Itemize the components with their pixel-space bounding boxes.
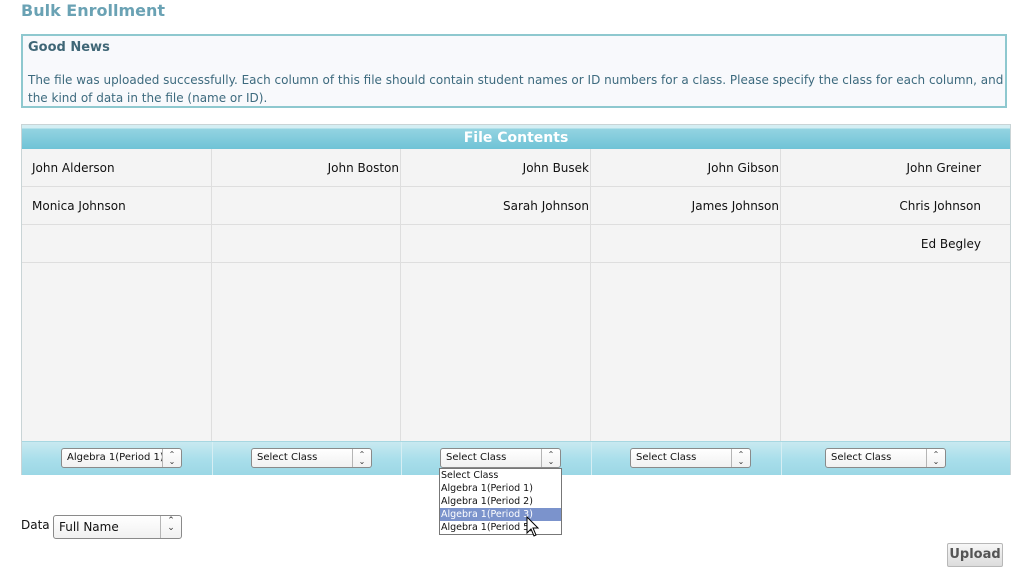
table-cell — [22, 225, 211, 263]
select-arrows-icon: ⌃ ⌄ — [162, 449, 181, 467]
file-column-5: John Greiner Chris Johnson Ed Begley — [781, 149, 1010, 465]
table-cell: Ed Begley — [781, 225, 1010, 263]
notice-title: Good News — [28, 40, 110, 55]
file-contents-header: File Contents — [22, 125, 1010, 149]
select-arrows-icon: ⌃ ⌄ — [731, 449, 750, 467]
dropdown-option[interactable]: Select Class — [440, 469, 561, 482]
table-cell: John Alderson — [22, 149, 211, 187]
class-dropdown-list[interactable]: Select Class Algebra 1(Period 1) Algebra… — [439, 468, 562, 535]
select-value: Select Class — [636, 452, 697, 463]
dropdown-option[interactable]: Algebra 1(Period 1) — [440, 482, 561, 495]
notice-message: The file was uploaded successfully. Each… — [28, 73, 1004, 105]
table-cell: John Boston — [212, 149, 400, 187]
select-arrows-icon: ⌃ ⌄ — [926, 449, 945, 467]
dropdown-option[interactable]: Algebra 1(Period 2) — [440, 495, 561, 508]
divider — [591, 442, 592, 475]
table-cell: Monica Johnson — [22, 187, 211, 225]
data-type-select[interactable]: Full Name ⌃ ⌄ — [53, 515, 182, 539]
class-select-column-4[interactable]: Select Class ⌃ ⌄ — [630, 448, 751, 468]
mouse-cursor-icon — [526, 516, 540, 537]
file-column-4: John Gibson James Johnson — [591, 149, 781, 465]
select-value: Select Class — [446, 452, 507, 463]
select-arrows-icon: ⌃ ⌄ — [160, 516, 181, 538]
divider — [781, 442, 782, 475]
upload-button[interactable]: Upload — [947, 543, 1003, 567]
table-cell: John Busek — [401, 149, 590, 187]
table-cell: John Gibson — [591, 149, 780, 187]
table-cell — [401, 225, 590, 263]
table-cell: John Greiner — [781, 149, 1010, 187]
select-value: Select Class — [257, 452, 318, 463]
select-value: Full Name — [59, 520, 119, 534]
page-title: Bulk Enrollment — [21, 1, 166, 20]
file-column-2: John Boston — [212, 149, 401, 465]
file-column-1: John Alderson Monica Johnson — [22, 149, 212, 465]
class-select-column-3[interactable]: Select Class ⌃ ⌄ — [440, 448, 561, 468]
table-cell: James Johnson — [591, 187, 780, 225]
class-select-column-5[interactable]: Select Class ⌃ ⌄ — [825, 448, 946, 468]
table-cell: Chris Johnson — [781, 187, 1010, 225]
table-cell: Sarah Johnson — [401, 187, 590, 225]
select-arrows-icon: ⌃ ⌄ — [541, 449, 560, 467]
dropdown-option[interactable]: Algebra 1(Period 5) — [440, 521, 561, 534]
data-field-label: Data — [21, 518, 50, 532]
notice-box: Good News The file was uploaded successf… — [21, 34, 1007, 108]
table-cell — [212, 225, 400, 263]
table-cell — [212, 187, 400, 225]
class-select-column-1[interactable]: Algebra 1(Period 1) ⌃ ⌄ — [61, 448, 182, 468]
select-arrows-icon: ⌃ ⌄ — [352, 449, 371, 467]
divider — [401, 442, 402, 475]
table-cell — [591, 225, 780, 263]
file-column-3: John Busek Sarah Johnson — [401, 149, 591, 465]
select-value: Select Class — [831, 452, 892, 463]
select-value: Algebra 1(Period 1) — [67, 452, 164, 463]
dropdown-option-highlighted[interactable]: Algebra 1(Period 3) — [440, 508, 561, 521]
file-contents-table: File Contents John Alderson Monica Johns… — [21, 124, 1011, 475]
class-select-column-2[interactable]: Select Class ⌃ ⌄ — [251, 448, 372, 468]
divider — [212, 442, 213, 475]
